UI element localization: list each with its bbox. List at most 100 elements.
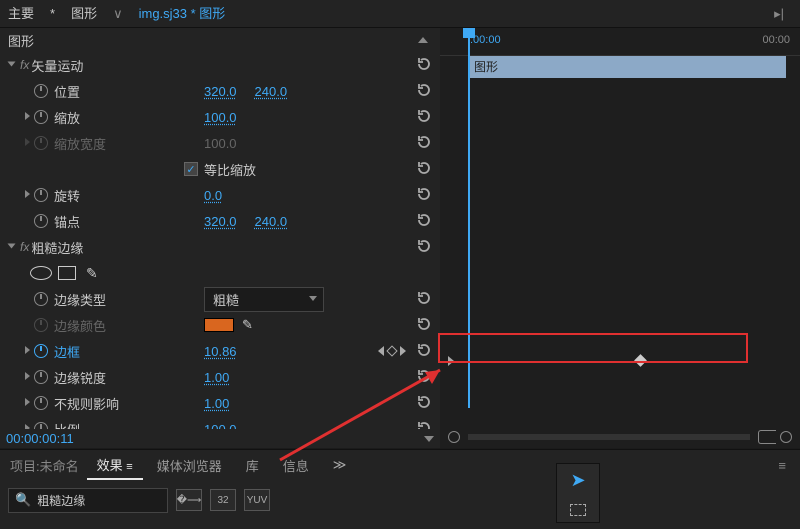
uniform-scale-checkbox[interactable] bbox=[184, 162, 198, 176]
marquee-tool-icon[interactable] bbox=[570, 504, 586, 516]
stopwatch-icon[interactable] bbox=[34, 214, 48, 228]
reset-button[interactable] bbox=[416, 368, 434, 386]
tab-shape-1[interactable]: 图形 bbox=[63, 0, 105, 28]
scale-value[interactable]: 100.0 bbox=[204, 110, 237, 125]
tab-effects[interactable]: 效果 ≡ bbox=[87, 451, 143, 480]
group-roughen-edges[interactable]: fx 粗糙边缘 bbox=[0, 234, 440, 260]
reset-button[interactable] bbox=[416, 82, 434, 100]
reset-button[interactable] bbox=[416, 186, 434, 204]
tab-info[interactable]: 信息 bbox=[273, 452, 319, 479]
32bit-icon[interactable]: 32 bbox=[210, 489, 236, 511]
timeline-bottom-bar bbox=[440, 426, 800, 448]
go-to-start-icon[interactable]: ▸| bbox=[766, 0, 792, 28]
reset-button[interactable] bbox=[416, 160, 434, 178]
roughen-label: 粗糙边缘 bbox=[31, 238, 181, 257]
prop-ratio: 比例 100.0 bbox=[0, 416, 440, 429]
rotation-value[interactable]: 0.0 bbox=[204, 188, 222, 203]
fractal-label: 不规则影响 bbox=[54, 394, 204, 413]
position-x[interactable]: 320.0 bbox=[204, 84, 237, 99]
stopwatch-icon[interactable] bbox=[34, 422, 48, 429]
reset-button[interactable] bbox=[416, 56, 434, 74]
time-end: 00:00 bbox=[762, 34, 790, 46]
pen-mask-icon[interactable]: ✎ bbox=[86, 265, 98, 282]
stopwatch-icon[interactable] bbox=[34, 396, 48, 410]
twirl-icon[interactable] bbox=[7, 61, 15, 66]
timeline-scrollbar[interactable] bbox=[468, 434, 750, 440]
accelerated-fx-icon[interactable]: �⟶ bbox=[176, 489, 202, 511]
tab-media-browser[interactable]: 媒体浏览器 bbox=[147, 452, 232, 479]
keyframe-nav bbox=[378, 346, 406, 356]
anchor-y[interactable]: 240.0 bbox=[255, 214, 288, 229]
twirl-icon[interactable] bbox=[25, 190, 30, 198]
twirl-icon[interactable] bbox=[25, 372, 30, 380]
reset-button[interactable] bbox=[416, 212, 434, 230]
stopwatch-icon[interactable] bbox=[34, 84, 48, 98]
next-keyframe-icon[interactable] bbox=[400, 346, 406, 356]
fractal-value[interactable]: 1.00 bbox=[204, 396, 229, 411]
sharpness-value[interactable]: 1.00 bbox=[204, 370, 229, 385]
zoom-in-icon[interactable] bbox=[780, 431, 792, 443]
reset-button[interactable] bbox=[416, 134, 434, 152]
panel-menu-icon[interactable]: ≡ bbox=[770, 458, 794, 473]
stopwatch-icon[interactable] bbox=[34, 292, 48, 306]
position-y[interactable]: 240.0 bbox=[255, 84, 288, 99]
prop-edge-color: 边缘颜色 ✎ bbox=[0, 312, 440, 338]
reset-button[interactable] bbox=[416, 342, 434, 360]
ellipse-mask-icon[interactable] bbox=[30, 266, 52, 280]
panel-menu-icon[interactable]: ≡ bbox=[126, 461, 132, 473]
search-text: 粗糙边缘 bbox=[37, 492, 85, 509]
keyframe-diamond[interactable] bbox=[634, 354, 647, 367]
timeline-clip[interactable]: 图形 bbox=[468, 56, 786, 78]
reset-button[interactable] bbox=[416, 316, 434, 334]
effect-timeline: :00:00 00:00 图形 bbox=[440, 28, 800, 448]
scroll-down-icon[interactable] bbox=[424, 436, 434, 442]
stopwatch-icon[interactable] bbox=[34, 344, 48, 358]
rect-mask-icon[interactable] bbox=[58, 266, 76, 280]
tab-divider-icon: ∨ bbox=[105, 0, 131, 28]
play-icon[interactable] bbox=[448, 356, 454, 366]
stopwatch-icon[interactable] bbox=[34, 188, 48, 202]
tab-main[interactable]: 主要 bbox=[0, 0, 42, 28]
prop-edge-type: 边缘类型 粗糙 bbox=[0, 286, 440, 312]
reset-button[interactable] bbox=[416, 238, 434, 256]
timeline-ruler[interactable]: :00:00 00:00 bbox=[440, 28, 800, 56]
yuv-icon[interactable]: YUV bbox=[244, 489, 270, 511]
prop-anchor: 锚点 320.0 240.0 bbox=[0, 208, 440, 234]
twirl-icon bbox=[25, 138, 30, 146]
reset-button[interactable] bbox=[416, 420, 434, 429]
anchor-x[interactable]: 320.0 bbox=[204, 214, 237, 229]
twirl-icon[interactable] bbox=[25, 346, 30, 354]
ratio-value[interactable]: 100.0 bbox=[204, 422, 237, 430]
keyframe-track-border[interactable] bbox=[440, 348, 800, 374]
group-vector-motion[interactable]: fx 矢量运动 bbox=[0, 52, 440, 78]
fx-badge: fx bbox=[20, 58, 29, 72]
twirl-icon[interactable] bbox=[25, 398, 30, 406]
playhead[interactable] bbox=[468, 28, 470, 408]
bottom-bar: 项目:未命名 效果 ≡ 媒体浏览器 库 信息 ≫ ≡ 🔍 粗糙边缘 �⟶ 32 … bbox=[0, 449, 800, 529]
tab-active[interactable]: img.sj33 * 图形 bbox=[131, 0, 234, 28]
reset-button[interactable] bbox=[416, 108, 434, 126]
reset-button[interactable] bbox=[416, 290, 434, 308]
border-value[interactable]: 10.86 bbox=[204, 344, 237, 359]
edge-color-swatch[interactable] bbox=[204, 318, 234, 332]
eyedropper-icon[interactable]: ✎ bbox=[242, 317, 253, 333]
add-keyframe-icon[interactable] bbox=[386, 345, 397, 356]
project-name[interactable]: 项目:未命名 bbox=[6, 456, 83, 475]
reset-button[interactable] bbox=[416, 394, 434, 412]
more-tabs-icon[interactable]: ≫ bbox=[333, 457, 347, 473]
selection-tool-icon[interactable]: ➤ bbox=[570, 470, 585, 491]
scroll-up-icon[interactable] bbox=[418, 37, 428, 43]
prev-keyframe-icon[interactable] bbox=[378, 346, 384, 356]
stopwatch-icon[interactable] bbox=[34, 370, 48, 384]
effects-search[interactable]: 🔍 粗糙边缘 bbox=[8, 488, 168, 513]
twirl-icon[interactable] bbox=[25, 112, 30, 120]
timecode[interactable]: 00:00:00:11 bbox=[0, 429, 440, 448]
outpoint-icon[interactable] bbox=[758, 430, 776, 444]
scale-width-value: 100.0 bbox=[204, 136, 237, 151]
edge-type-dropdown[interactable]: 粗糙 bbox=[204, 287, 324, 312]
zoom-out-icon[interactable] bbox=[448, 431, 460, 443]
tab-library[interactable]: 库 bbox=[236, 452, 269, 479]
stopwatch-icon[interactable] bbox=[34, 110, 48, 124]
twirl-icon[interactable] bbox=[25, 424, 30, 430]
twirl-icon[interactable] bbox=[7, 243, 15, 248]
